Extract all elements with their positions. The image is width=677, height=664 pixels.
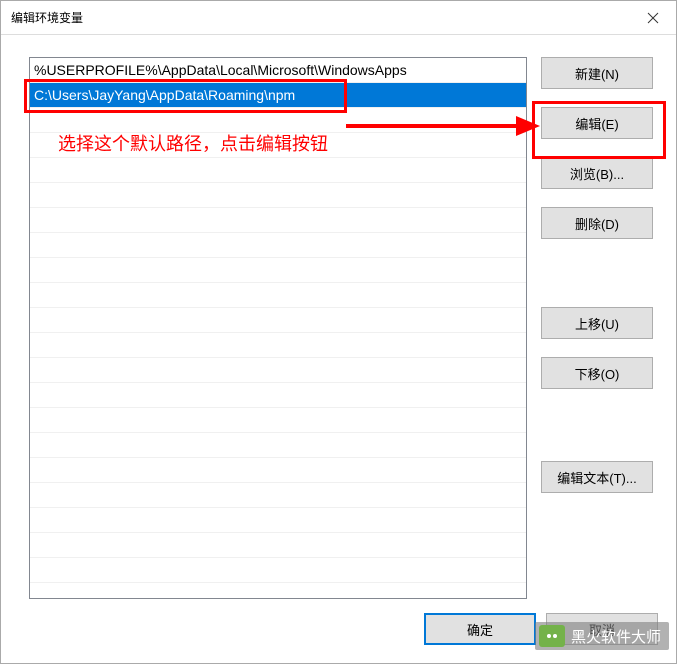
wechat-icon xyxy=(539,625,565,647)
watermark: 黑火软件大师 xyxy=(535,622,669,650)
list-item-empty[interactable] xyxy=(30,533,526,558)
move-up-button[interactable]: 上移(U) xyxy=(541,307,653,339)
content-area: %USERPROFILE%\AppData\Local\Microsoft\Wi… xyxy=(1,35,676,613)
edit-env-var-dialog: 编辑环境变量 %USERPROFILE%\AppData\Local\Micro… xyxy=(0,0,677,664)
list-item-empty[interactable] xyxy=(30,383,526,408)
watermark-text: 黑火软件大师 xyxy=(571,626,661,647)
list-item-empty[interactable] xyxy=(30,208,526,233)
list-item[interactable]: %USERPROFILE%\AppData\Local\Microsoft\Wi… xyxy=(30,58,526,83)
browse-button[interactable]: 浏览(B)... xyxy=(541,157,653,189)
list-item-empty[interactable] xyxy=(30,183,526,208)
list-item-empty[interactable] xyxy=(30,258,526,283)
list-item[interactable]: C:\Users\JayYang\AppData\Roaming\npm xyxy=(30,83,526,108)
edit-text-button[interactable]: 编辑文本(T)... xyxy=(541,461,653,493)
list-item-empty[interactable] xyxy=(30,233,526,258)
new-button[interactable]: 新建(N) xyxy=(541,57,653,89)
list-item-empty[interactable] xyxy=(30,433,526,458)
close-icon xyxy=(647,12,659,24)
dialog-title: 编辑环境变量 xyxy=(11,9,630,26)
list-item-empty[interactable] xyxy=(30,508,526,533)
delete-button[interactable]: 删除(D) xyxy=(541,207,653,239)
list-item-empty[interactable] xyxy=(30,308,526,333)
ok-button[interactable]: 确定 xyxy=(424,613,536,645)
list-item-empty[interactable] xyxy=(30,108,526,133)
titlebar: 编辑环境变量 xyxy=(1,1,676,35)
close-button[interactable] xyxy=(630,1,676,34)
side-buttons: 新建(N) 编辑(E) 浏览(B)... 删除(D) 上移(U) 下移(O) 编… xyxy=(541,57,653,613)
path-list[interactable]: %USERPROFILE%\AppData\Local\Microsoft\Wi… xyxy=(29,57,527,599)
edit-button[interactable]: 编辑(E) xyxy=(541,107,653,139)
list-item-empty[interactable] xyxy=(30,158,526,183)
list-item-empty[interactable] xyxy=(30,358,526,383)
list-item-empty[interactable] xyxy=(30,133,526,158)
list-item-empty[interactable] xyxy=(30,458,526,483)
list-item-empty[interactable] xyxy=(30,333,526,358)
list-item-empty[interactable] xyxy=(30,558,526,583)
list-item-empty[interactable] xyxy=(30,283,526,308)
move-down-button[interactable]: 下移(O) xyxy=(541,357,653,389)
list-item-empty[interactable] xyxy=(30,483,526,508)
list-item-empty[interactable] xyxy=(30,408,526,433)
